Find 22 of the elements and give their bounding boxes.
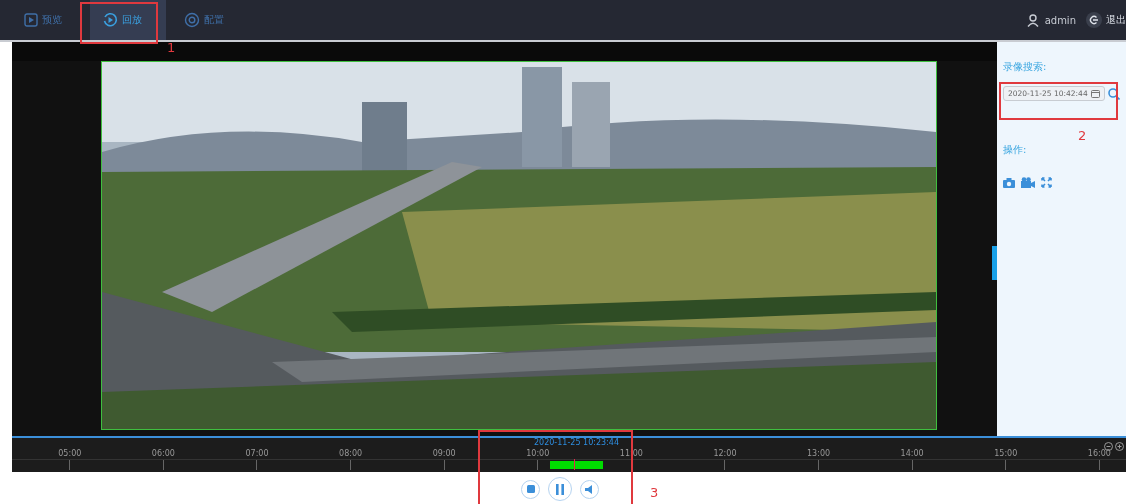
tick-label: 06:00 (151, 449, 175, 459)
tick-label: 16:00 (1087, 449, 1111, 459)
annotation-number: 2 (1078, 128, 1087, 143)
tick-label: 14:00 (900, 449, 924, 459)
section-title: 录像搜索: (1003, 60, 1048, 74)
nav-tab[interactable]: 预览 (12, 0, 74, 40)
user-name: admin (1044, 14, 1076, 26)
tick-label: 15:00 (994, 449, 1018, 459)
section-title: 操作: (1003, 143, 1028, 157)
tick-label: 13:00 (807, 449, 831, 459)
logout-button[interactable]: 退出 (1086, 12, 1126, 28)
tick-label: 08:00 (339, 449, 363, 459)
current-time: 2020-11-25 10:23:44 (534, 438, 619, 448)
tick-label: 10:00 (526, 449, 550, 459)
tick-label: 07:00 (245, 449, 269, 459)
nav-tab[interactable]: 回放 (90, 0, 166, 40)
tick-label: 09:00 (432, 449, 456, 459)
tick-label: 12:00 (713, 449, 737, 459)
tick-label: 05:00 (58, 449, 82, 459)
annotation-number: 1 (167, 40, 176, 55)
annotation-number: 3 (650, 485, 659, 500)
nav-tab[interactable]: 配置 (172, 0, 236, 40)
